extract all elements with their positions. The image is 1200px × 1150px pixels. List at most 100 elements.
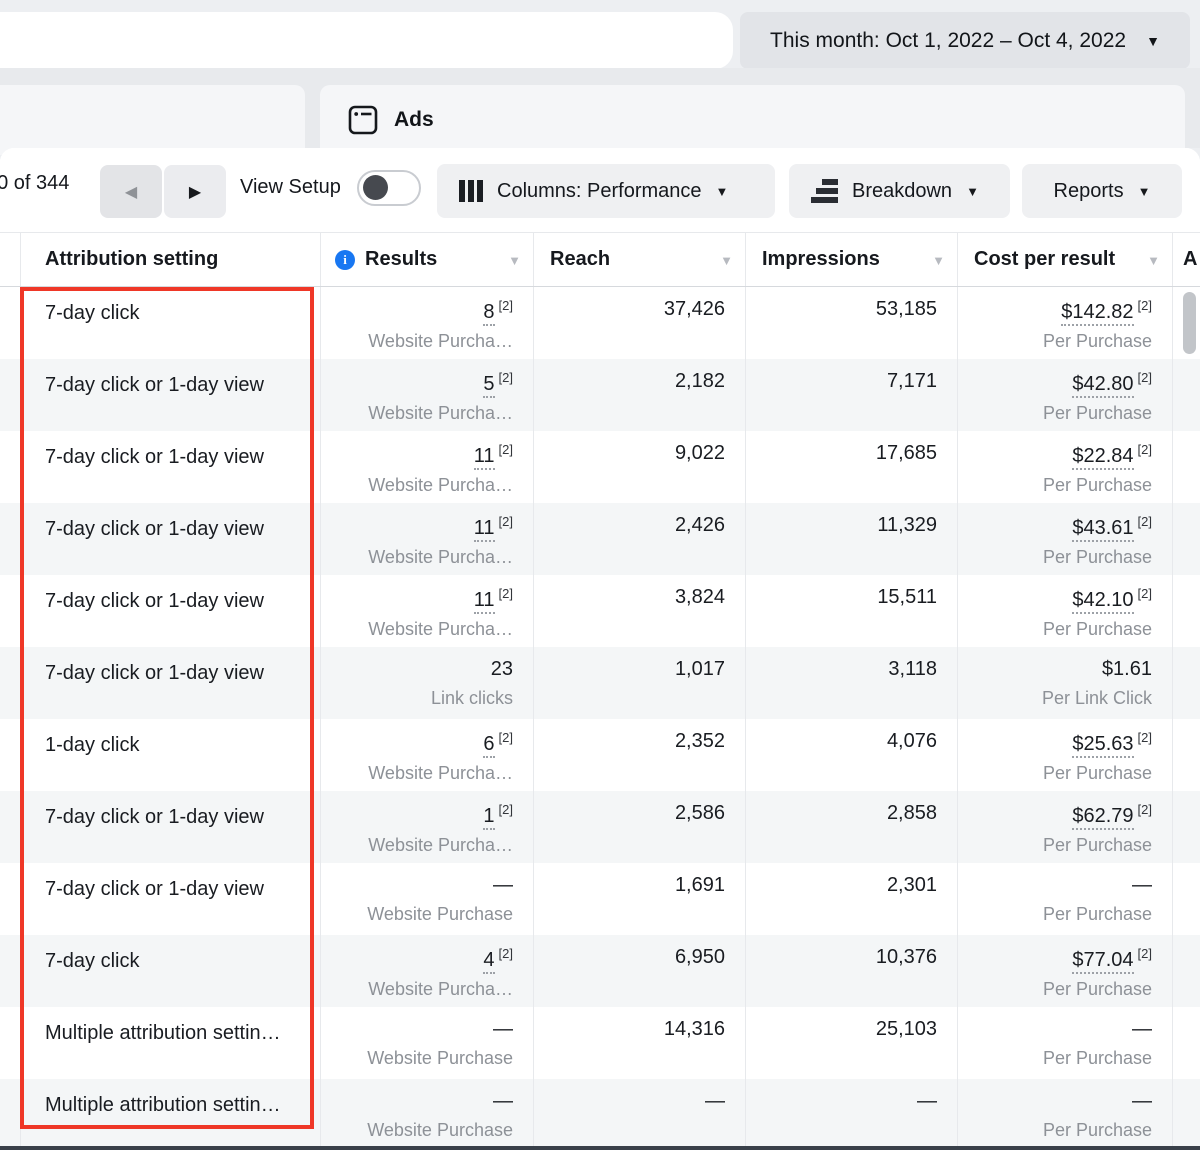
next-page-button[interactable]: ▶ xyxy=(164,165,226,218)
cost-per-result-cell: $43.61 [2] Per Purchase xyxy=(957,503,1172,575)
reach-cell: 2,426 xyxy=(533,503,745,575)
metric-value[interactable]: $42.10 xyxy=(1072,589,1133,614)
impressions-header[interactable]: Impressions ▼ xyxy=(745,233,957,286)
chevron-down-icon: ▼ xyxy=(1146,33,1160,49)
results-cell: 1 [2] Website Purcha… xyxy=(320,791,533,863)
metric-sublabel: Per Purchase xyxy=(958,756,1172,784)
results-header[interactable]: i Results ▼ xyxy=(320,233,533,286)
metric-value: 10,376 xyxy=(746,935,957,969)
sort-caret-icon[interactable]: ▼ xyxy=(932,253,945,268)
impressions-cell: 10,376 xyxy=(745,935,957,1007)
metric-value: 2,301 xyxy=(746,863,957,897)
row-left-strip xyxy=(0,719,20,791)
cost-per-result-cell: —Per Purchase xyxy=(957,863,1172,935)
metric-value[interactable]: 11 xyxy=(474,589,495,614)
impressions-cell: 2,858 xyxy=(745,791,957,863)
toggle-knob-icon xyxy=(363,175,388,200)
metric-value: 1,691 xyxy=(534,863,745,897)
metric-sublabel: Website Purcha… xyxy=(321,828,533,856)
footnote-marker: [2] xyxy=(1138,370,1152,385)
metric-value-line: $22.84[2] xyxy=(958,431,1172,468)
table-row: 7-day click or 1-day view11[2]Website Pu… xyxy=(0,503,1200,575)
table-row: 7-day click or 1-day view5[2]Website Pur… xyxy=(0,359,1200,431)
metric-value[interactable]: $22.84 xyxy=(1072,445,1133,470)
attribution-setting-header[interactable]: Attribution setting xyxy=(20,233,320,286)
columns-button[interactable]: Columns: Performance ▼ xyxy=(437,164,775,218)
metric-value[interactable]: 5 xyxy=(483,373,494,398)
metric-value[interactable]: 1 xyxy=(483,805,494,830)
metric-sublabel: Website Purcha… xyxy=(321,324,533,352)
metric-value: — xyxy=(493,1090,513,1112)
reach-header[interactable]: Reach ▼ xyxy=(533,233,745,286)
results-cell: 11[2]Website Purcha… xyxy=(320,431,533,503)
sort-caret-icon[interactable]: ▼ xyxy=(1147,253,1160,268)
cost-per-result-header[interactable]: Cost per result ▼ xyxy=(957,233,1172,286)
amount-spent-cell-partial xyxy=(1172,647,1200,719)
vertical-scrollbar-thumb[interactable] xyxy=(1183,292,1196,354)
reach-cell: 1,017 xyxy=(533,647,745,719)
metric-sublabel: Per Link Click xyxy=(958,681,1172,709)
impressions-cell: 2,301 xyxy=(745,863,957,935)
tab-adsets-partial[interactable] xyxy=(0,85,305,155)
attribution-setting-header-label: Attribution setting xyxy=(45,248,218,271)
metric-value[interactable]: 11 xyxy=(474,517,495,542)
metric-value: 2,352 xyxy=(534,719,745,753)
sort-caret-icon[interactable]: ▼ xyxy=(720,253,733,268)
metric-value: 4,076 xyxy=(746,719,957,753)
metric-value-line: $62.79[2] xyxy=(958,791,1172,828)
amount-spent-header-partial[interactable]: A xyxy=(1172,233,1200,286)
attribution-cell: 1-day click xyxy=(20,719,320,791)
metric-value[interactable]: 8 xyxy=(483,301,494,326)
tab-ads[interactable]: Ads xyxy=(320,85,1185,155)
metric-sublabel: Per Purchase xyxy=(958,612,1172,640)
metric-value-line: — xyxy=(958,1007,1172,1041)
metric-sublabel: Per Purchase xyxy=(958,540,1172,568)
footnote-marker: [2] xyxy=(1138,514,1152,529)
attribution-cell: 7-day click or 1-day view xyxy=(20,575,320,647)
previous-page-button[interactable]: ◀ xyxy=(100,165,162,218)
metric-value[interactable]: $25.63 xyxy=(1072,733,1133,758)
impressions-cell: 11,329 xyxy=(745,503,957,575)
reach-header-label: Reach xyxy=(550,248,610,271)
reach-cell: 1,691 xyxy=(533,863,745,935)
info-icon[interactable]: i xyxy=(335,250,355,270)
breakdown-button[interactable]: Breakdown ▼ xyxy=(789,164,1010,218)
metric-value[interactable]: $43.61 xyxy=(1072,517,1133,542)
metric-value: $1.61 xyxy=(1102,658,1152,680)
attribution-cell: Multiple attribution settin… xyxy=(20,1007,320,1079)
metric-value: 37,426 xyxy=(534,287,745,321)
sort-caret-icon[interactable]: ▼ xyxy=(508,253,521,268)
metric-value: 53,185 xyxy=(746,287,957,321)
metric-value[interactable]: $77.04 xyxy=(1072,949,1133,974)
metric-value[interactable]: $142.82 xyxy=(1061,301,1133,326)
reports-button[interactable]: Reports ▼ xyxy=(1022,164,1182,218)
ads-icon xyxy=(348,105,378,135)
impressions-cell: 17,685 xyxy=(745,431,957,503)
search-bar[interactable] xyxy=(0,12,733,69)
footnote-marker: [2] xyxy=(499,802,513,817)
table-row: 7-day click8[2]Website Purcha…37,42653,1… xyxy=(0,287,1200,359)
row-left-strip xyxy=(0,431,20,503)
table-row: 7-day click or 1-day view1[2]Website Pur… xyxy=(0,791,1200,863)
metric-value: 6,950 xyxy=(534,935,745,969)
toolbar: 00 of 344 ◀ ▶ View Setup Columns: Perfor… xyxy=(0,148,1200,232)
header-left-strip xyxy=(0,233,20,286)
metric-value: 9,022 xyxy=(534,431,745,465)
metric-value: 3,824 xyxy=(534,575,745,609)
breakdown-icon xyxy=(811,179,838,203)
table-row: 7-day click or 1-day view23Link clicks1,… xyxy=(0,647,1200,719)
view-setup-toggle[interactable] xyxy=(357,170,421,206)
metric-value: — xyxy=(1132,1018,1152,1040)
attribution-cell: 7-day click or 1-day view xyxy=(20,863,320,935)
date-range-selector[interactable]: This month: Oct 1, 2022 – Oct 4, 2022 ▼ xyxy=(740,12,1190,69)
metric-sublabel: Per Purchase xyxy=(958,324,1172,352)
results-cell: —Website Purchase xyxy=(320,863,533,935)
metric-value-line: 5[2] xyxy=(321,359,533,396)
metric-value[interactable]: 4 xyxy=(483,949,494,974)
metric-value[interactable]: $42.80 xyxy=(1072,373,1133,398)
metric-value[interactable]: 6 xyxy=(483,733,494,758)
cost-per-result-cell: —Per Purchase xyxy=(957,1007,1172,1079)
row-left-strip xyxy=(0,1007,20,1079)
metric-value[interactable]: 11 xyxy=(474,445,495,470)
metric-value[interactable]: $62.79 xyxy=(1072,805,1133,830)
